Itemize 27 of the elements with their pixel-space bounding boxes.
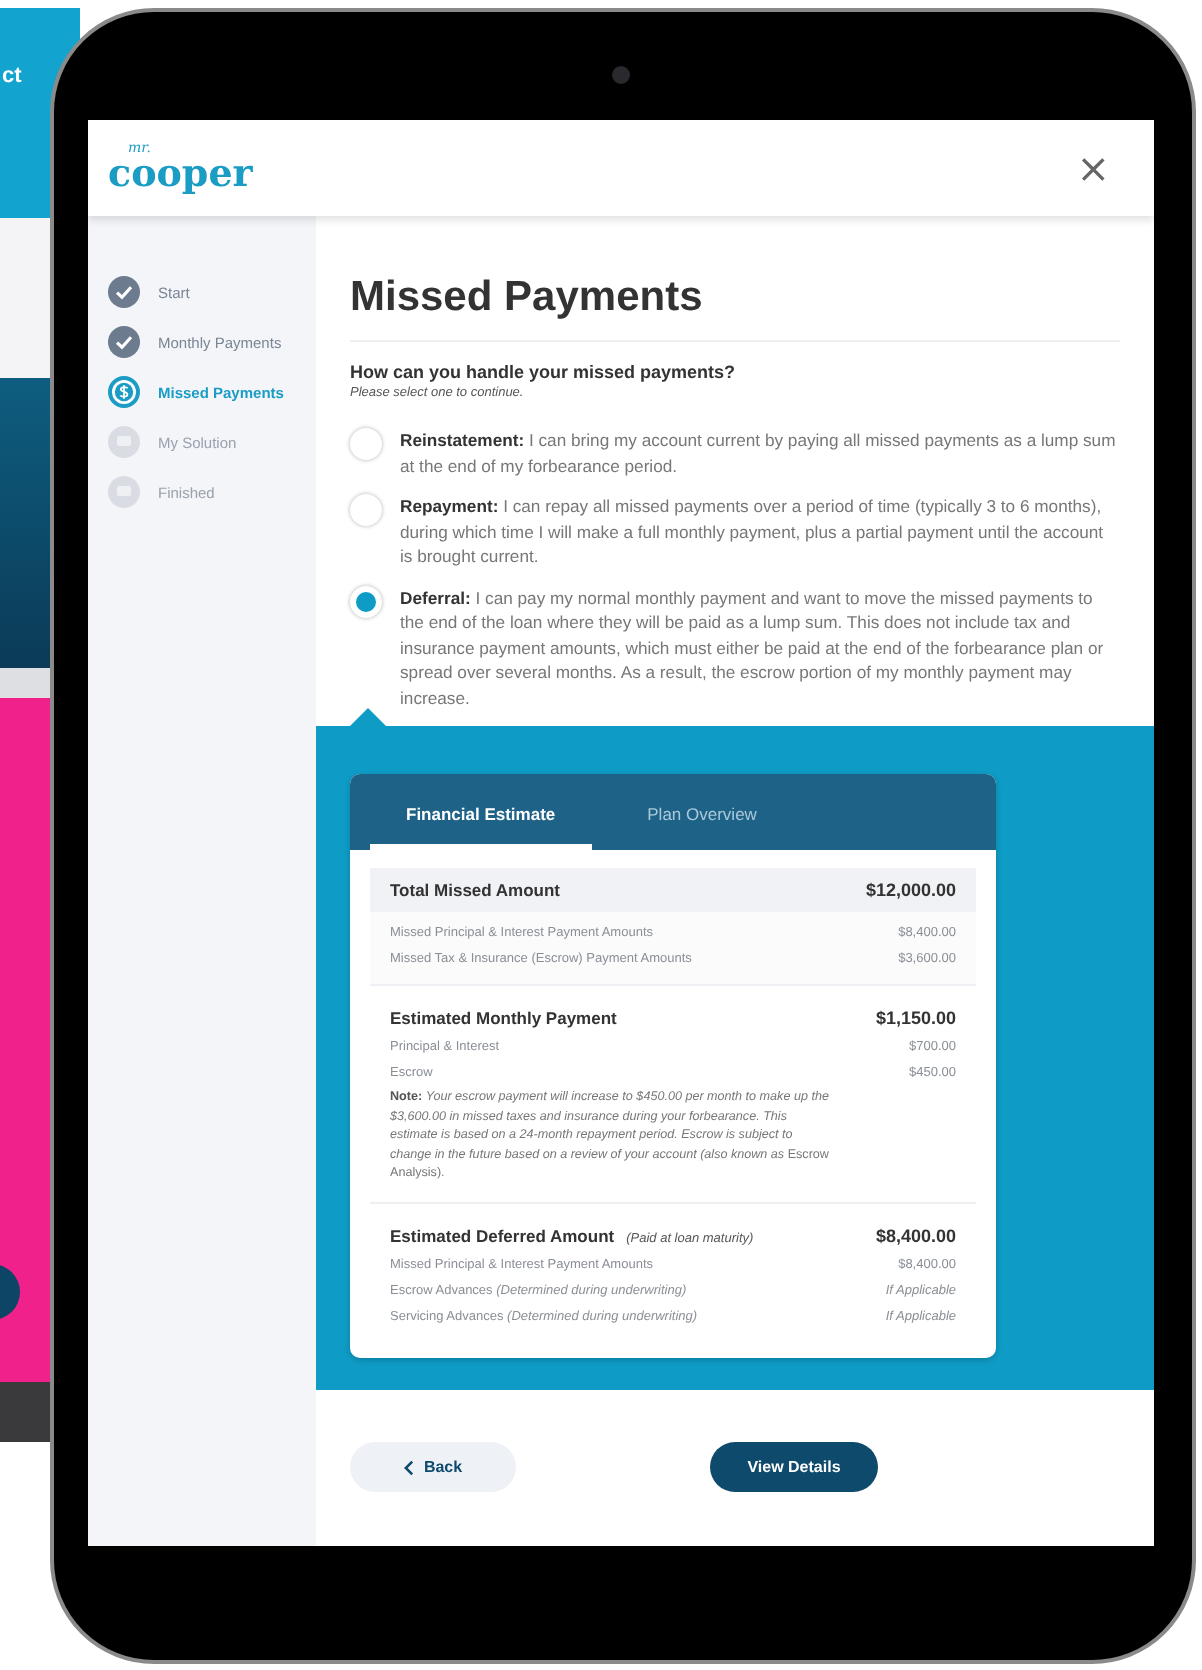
page-title: Missed Payments [350,272,1120,342]
dollar-icon [108,376,140,408]
check-icon [108,276,140,308]
view-details-button[interactable]: View Details [710,1442,878,1493]
close-button[interactable]: × [1072,148,1114,188]
section-label: Total Missed Amount [390,880,560,900]
chat-icon [108,426,140,458]
tab[interactable]: Plan Overview [611,804,793,850]
option-text: Deferral: I can pay my normal monthly payment and want to move the missed payments to the end of the loan where they will be paid as a lump sum. This does not include tax and insurance payment amounts, which must either be paid at the end of the forbearance plan or spread over several months. As a result, the escrow portion of my monthly payment may increase. [400,585,1106,710]
option-text: Repayment: I can repay all missed payments over a period of time (typically 3 to 6 months), during which time I will make a full monthly payment, plus a partial payment until the account is brought current. [400,494,1106,569]
section-label: Estimated Deferred Amount [390,1225,615,1245]
check-icon [108,326,140,358]
background-text: ct [2,64,22,88]
camera-icon [612,66,630,84]
total-amount: $12,000.00 [865,880,956,900]
total-amount: $1,150.00 [875,1008,956,1028]
tab[interactable]: Financial Estimate [370,804,592,850]
section-label: Estimated Monthly Payment [390,1008,617,1028]
back-button[interactable]: Back [350,1442,516,1493]
radio-button[interactable] [350,494,382,526]
chat-icon [108,476,140,508]
option-text: Reinstatement: I can bring my account current by paying all missed payments as a lump sum at the end of my forbearance period. [400,428,1118,478]
total-amount: $8,400.00 [875,1225,956,1245]
question-text: How can you handle your missed payments? [350,362,738,382]
radio-button[interactable] [350,428,382,460]
logo-text: cooper [108,156,253,194]
caret-icon [403,1459,414,1476]
